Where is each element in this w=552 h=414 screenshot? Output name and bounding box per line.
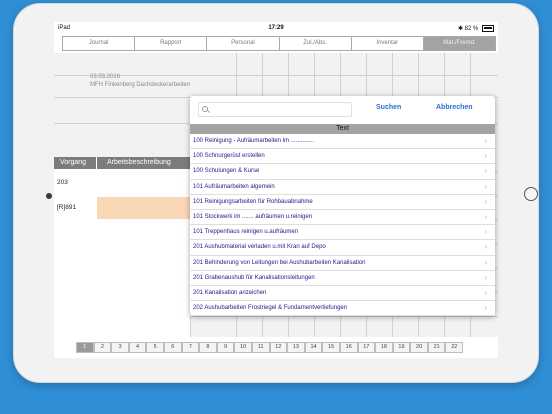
list-item[interactable]: 100 Schulungen & Kurse › — [190, 164, 495, 180]
project-date: 03.03.2016 — [90, 74, 121, 80]
list-item[interactable]: 201 Grabenaushub für Kanalisationsleitun… — [190, 271, 495, 286]
list-item-label: 201 Kanalisation anzeichen — [193, 289, 267, 296]
search-button[interactable]: Suchen — [376, 104, 401, 111]
camera — [46, 193, 52, 199]
project-name: MFH Finkenberg Dachdeckerarbeiten — [90, 82, 191, 88]
page-button[interactable]: 19 — [392, 342, 411, 353]
search-icon — [202, 106, 208, 112]
page-button[interactable]: 5 — [146, 342, 164, 353]
project-info: 03.03.2016 MFH Finkenberg Dachdeckerarbe… — [90, 73, 190, 89]
status-bar: iPad 17:29 ✱ 82 % — [54, 22, 498, 34]
chevron-right-icon: › — [484, 181, 487, 191]
chevron-right-icon: › — [484, 166, 487, 176]
chevron-right-icon: › — [484, 196, 487, 206]
tab-mat-fremd[interactable]: Mat./Fremd. — [423, 37, 496, 50]
list-item[interactable]: 201 Kanalisation anzeichen › — [190, 286, 495, 302]
page-button[interactable]: 13 — [287, 342, 305, 353]
clock: 17:29 — [268, 25, 284, 31]
page-button[interactable]: 20 — [410, 342, 428, 353]
list-item-label: 201 Behinderung von Leitungen bei Aushub… — [193, 259, 366, 266]
page-button[interactable]: 21 — [427, 342, 446, 353]
list-item[interactable]: 101 Stockwerk im ....... aufräumen u.rei… — [190, 210, 495, 226]
home-button[interactable] — [524, 187, 538, 201]
page-button[interactable]: 15 — [322, 342, 340, 353]
list-item-label: 201 Grabenaushub für Kanalisationsleitun… — [193, 274, 315, 281]
list-item[interactable]: 201 Aushubmaterial verladen u.mit Kran a… — [190, 240, 495, 256]
page-button[interactable]: 2 — [93, 342, 112, 353]
page-button[interactable]: 11 — [251, 342, 270, 353]
chevron-right-icon: › — [484, 136, 487, 145]
chevron-right-icon: › — [484, 272, 487, 282]
page-button[interactable]: 7 — [181, 342, 200, 353]
list-item[interactable]: 101 Aufräumarbeiten algemein › — [190, 180, 495, 195]
row-vorgang-1[interactable]: 203 — [57, 179, 68, 186]
col-header-vorgang: Vorgang — [54, 157, 96, 169]
tab-bar: Journal Rapport Personal Zul./Abs. Inven… — [62, 36, 496, 51]
list-item[interactable]: 202 Aushubarbeiten Frostriegel & Fundame… — [190, 301, 495, 317]
tab-zul-abs[interactable]: Zul./Abs. — [280, 37, 352, 50]
page-button[interactable]: 1 — [76, 342, 94, 353]
tab-journal[interactable]: Journal — [63, 37, 136, 50]
chevron-right-icon: › — [484, 257, 487, 267]
page-button[interactable]: 17 — [357, 342, 376, 353]
battery-text: 82 % — [464, 26, 479, 33]
list-item[interactable]: 101 Treppenhaus reinigen u.aufräumen › — [190, 225, 495, 241]
col-header-beschreibung: Arbeitsbeschreibung — [97, 157, 190, 169]
list-item-label: 201 Aushubmaterial verladen u.mit Kran a… — [193, 244, 326, 251]
chevron-right-icon: › — [484, 303, 487, 313]
list-item-label: 100 Reinigung - Aufräumarbeiten im .....… — [193, 138, 315, 144]
page-button[interactable]: 10 — [234, 342, 252, 353]
page-button[interactable]: 22 — [445, 342, 464, 353]
list-item[interactable]: 201 Behinderung von Leitungen bei Aushub… — [190, 256, 495, 271]
left-table — [54, 157, 190, 337]
page-button[interactable]: 4 — [128, 342, 147, 353]
page-button[interactable]: 8 — [199, 342, 217, 353]
search-field[interactable] — [198, 102, 352, 117]
list-header: Text — [190, 124, 495, 134]
list-item[interactable]: 101 Reinigungsarbeiten für Rohbauabnahme… — [190, 195, 495, 210]
tab-inventar[interactable]: Inventar — [352, 37, 424, 50]
page-button[interactable]: 6 — [163, 342, 182, 353]
bluetooth-icon: ✱ — [457, 26, 463, 33]
list-item[interactable]: 100 Schnurgerüst erstellen › — [190, 149, 495, 165]
list-item-label: 100 Schnurgerüst erstellen — [193, 153, 265, 160]
list-item-label: 100 Schulungen & Kurse — [193, 168, 260, 175]
page-button[interactable]: 9 — [216, 342, 235, 353]
list-item-label: 202 Aushubarbeiten Frostriegel & Fundame… — [193, 305, 348, 312]
page-selector: 1 2 3 4 5 6 7 8 9 10 11 12 13 14 15 16 17 18 19 20 21 22 — [76, 342, 464, 354]
chevron-right-icon: › — [484, 211, 487, 221]
chevron-right-icon: › — [484, 287, 487, 297]
battery-status: ✱ 82 % — [458, 25, 494, 32]
chevron-right-icon: › — [484, 227, 487, 237]
list-item[interactable]: 100 Reinigung - Aufräumarbeiten im .....… — [190, 134, 495, 150]
chevron-right-icon: › — [484, 242, 487, 252]
page-button[interactable]: 12 — [269, 342, 288, 353]
tab-rapport[interactable]: Rapport — [135, 37, 208, 50]
battery-icon — [482, 25, 494, 32]
tab-personal[interactable]: Personal — [207, 37, 280, 50]
text-picker-popup: Suchen Abbrechen Text 100 Reinigung - Au… — [190, 96, 495, 317]
list-item-label: 101 Stockwerk im ....... aufräumen u.rei… — [193, 213, 313, 220]
list-item-label: 101 Reinigungsarbeiten für Rohbauabnahme — [193, 198, 313, 205]
page-button[interactable]: 3 — [111, 342, 129, 353]
text-list: 100 Reinigung - Aufräumarbeiten im .....… — [190, 134, 495, 317]
list-item-label: 101 Treppenhaus reinigen u.aufräumen — [193, 229, 299, 236]
row-vorgang-2[interactable]: [R]891 — [57, 204, 76, 211]
selected-cell[interactable] — [97, 197, 191, 219]
page-button[interactable]: 14 — [304, 342, 323, 353]
page-button[interactable]: 16 — [339, 342, 358, 353]
chevron-right-icon: › — [484, 151, 487, 161]
cancel-button[interactable]: Abbrechen — [436, 104, 473, 111]
page-button[interactable]: 18 — [375, 342, 393, 353]
list-item-label: 101 Aufräumarbeiten algemein — [193, 183, 275, 190]
